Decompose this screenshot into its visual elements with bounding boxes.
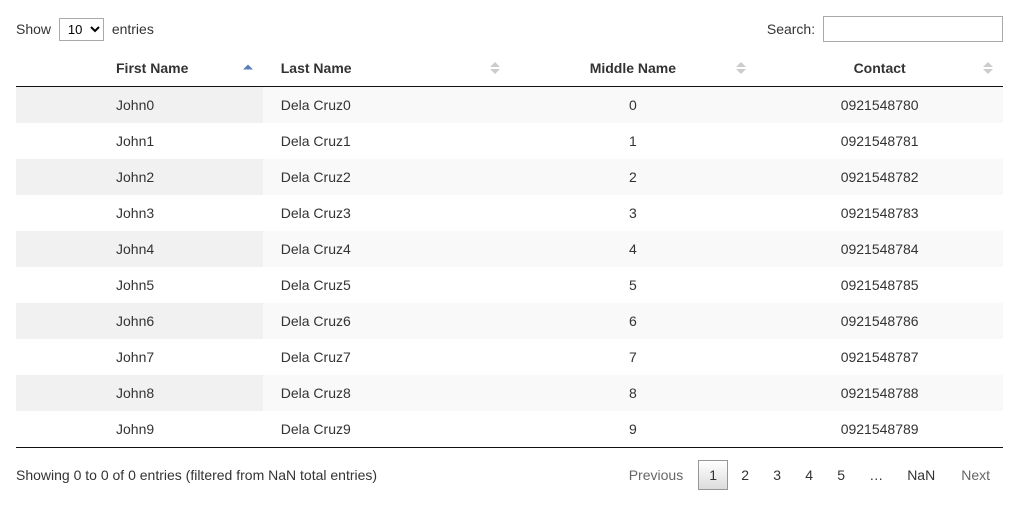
table-controls-top: Show 10 entries Search:	[16, 16, 1003, 42]
cell-middle: 6	[510, 303, 757, 339]
search-input[interactable]	[823, 16, 1003, 42]
cell-middle: 0	[510, 87, 757, 124]
pagination-page[interactable]: 3	[762, 460, 792, 490]
column-header-label: First Name	[116, 60, 188, 76]
column-header-first-name[interactable]: First Name	[16, 50, 263, 87]
table-row: John5Dela Cruz550921548785	[16, 267, 1003, 303]
column-header-label: Middle Name	[590, 60, 676, 76]
cell-middle: 2	[510, 159, 757, 195]
table-row: John4Dela Cruz440921548784	[16, 231, 1003, 267]
cell-contact: 0921548781	[756, 123, 1003, 159]
column-header-middle-name[interactable]: Middle Name	[510, 50, 757, 87]
pagination-page[interactable]: 4	[794, 460, 824, 490]
column-header-label: Contact	[854, 60, 906, 76]
cell-middle: 8	[510, 375, 757, 411]
cell-first: John0	[16, 87, 263, 124]
table-head: First Name Last Name Middle Name Contact	[16, 50, 1003, 87]
search-label: Search:	[767, 21, 815, 37]
cell-first: John6	[16, 303, 263, 339]
length-menu-label: Show 10 entries	[16, 21, 154, 37]
column-header-label: Last Name	[281, 60, 352, 76]
cell-last: Dela Cruz9	[263, 411, 510, 448]
data-table: First Name Last Name Middle Name Contact Jo…	[16, 50, 1003, 448]
cell-last: Dela Cruz0	[263, 87, 510, 124]
table-controls-bottom: Showing 0 to 0 of 0 entries (filtered fr…	[16, 460, 1003, 490]
cell-first: John9	[16, 411, 263, 448]
table-row: John7Dela Cruz770921548787	[16, 339, 1003, 375]
pagination-page[interactable]: 5	[826, 460, 856, 490]
cell-last: Dela Cruz8	[263, 375, 510, 411]
sort-icon	[243, 65, 253, 72]
table-row: John1Dela Cruz110921548781	[16, 123, 1003, 159]
table-body: John0Dela Cruz000921548780John1Dela Cruz…	[16, 87, 1003, 448]
cell-last: Dela Cruz1	[263, 123, 510, 159]
cell-last: Dela Cruz6	[263, 303, 510, 339]
pagination-page[interactable]: NaN	[896, 460, 946, 490]
cell-first: John8	[16, 375, 263, 411]
cell-middle: 9	[510, 411, 757, 448]
length-prefix: Show	[16, 21, 51, 37]
cell-last: Dela Cruz4	[263, 231, 510, 267]
cell-middle: 4	[510, 231, 757, 267]
cell-contact: 0921548785	[756, 267, 1003, 303]
cell-first: John2	[16, 159, 263, 195]
search-control: Search:	[767, 16, 1003, 42]
sort-icon	[490, 62, 500, 74]
cell-contact: 0921548789	[756, 411, 1003, 448]
cell-last: Dela Cruz2	[263, 159, 510, 195]
table-row: John6Dela Cruz660921548786	[16, 303, 1003, 339]
cell-first: John3	[16, 195, 263, 231]
cell-middle: 7	[510, 339, 757, 375]
cell-first: John5	[16, 267, 263, 303]
column-header-last-name[interactable]: Last Name	[263, 50, 510, 87]
table-row: John0Dela Cruz000921548780	[16, 87, 1003, 124]
column-header-contact[interactable]: Contact	[756, 50, 1003, 87]
cell-contact: 0921548786	[756, 303, 1003, 339]
cell-contact: 0921548780	[756, 87, 1003, 124]
cell-middle: 3	[510, 195, 757, 231]
sort-icon	[983, 62, 993, 74]
cell-contact: 0921548783	[756, 195, 1003, 231]
cell-contact: 0921548788	[756, 375, 1003, 411]
table-info: Showing 0 to 0 of 0 entries (filtered fr…	[16, 467, 377, 483]
pagination-page: 1	[698, 460, 728, 490]
pagination: Previous 12345…NaN Next	[616, 460, 1003, 490]
cell-last: Dela Cruz7	[263, 339, 510, 375]
table-row: John8Dela Cruz880921548788	[16, 375, 1003, 411]
table-row: John9Dela Cruz990921548789	[16, 411, 1003, 448]
cell-contact: 0921548787	[756, 339, 1003, 375]
length-menu: Show 10 entries	[16, 18, 154, 41]
cell-first: John4	[16, 231, 263, 267]
pagination-ellipsis: …	[858, 460, 894, 490]
table-row: John3Dela Cruz330921548783	[16, 195, 1003, 231]
sort-icon	[736, 62, 746, 74]
cell-first: John7	[16, 339, 263, 375]
cell-contact: 0921548782	[756, 159, 1003, 195]
cell-last: Dela Cruz3	[263, 195, 510, 231]
cell-middle: 5	[510, 267, 757, 303]
cell-last: Dela Cruz5	[263, 267, 510, 303]
cell-first: John1	[16, 123, 263, 159]
pagination-previous[interactable]: Previous	[616, 460, 696, 490]
length-suffix: entries	[112, 21, 154, 37]
cell-middle: 1	[510, 123, 757, 159]
cell-contact: 0921548784	[756, 231, 1003, 267]
pagination-page[interactable]: 2	[730, 460, 760, 490]
pagination-next[interactable]: Next	[948, 460, 1003, 490]
table-row: John2Dela Cruz220921548782	[16, 159, 1003, 195]
length-select[interactable]: 10	[59, 18, 104, 41]
